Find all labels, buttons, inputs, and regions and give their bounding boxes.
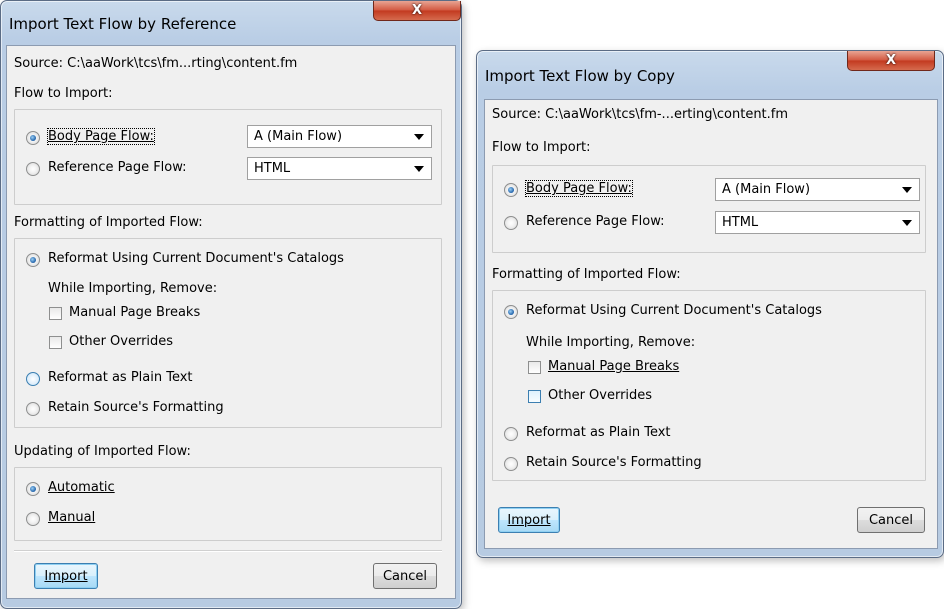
body-page-flow-value: A (Main Flow)	[722, 182, 811, 197]
footer-separator	[14, 550, 442, 552]
reference-page-flow-value: HTML	[722, 215, 759, 230]
other-overrides-label[interactable]: Other Overrides	[69, 334, 173, 349]
dialog-title: Import Text Flow by Copy	[485, 67, 675, 85]
retain-formatting-radio[interactable]	[504, 457, 518, 471]
manual-page-breaks-label[interactable]: Manual Page Breaks	[548, 359, 679, 374]
body-page-flow-radio[interactable]	[26, 131, 40, 145]
formatting-group: Reformat Using Current Document's Catalo…	[492, 290, 926, 481]
flow-to-import-group: Body Page Flow: A (Main Flow) Reference …	[492, 165, 926, 253]
reference-page-flow-radio[interactable]	[504, 216, 518, 230]
flow-to-import-heading: Flow to Import:	[492, 140, 591, 155]
body-page-flow-label[interactable]: Body Page Flow:	[525, 180, 633, 197]
import-button[interactable]: Import	[34, 563, 98, 589]
chevron-down-icon	[902, 187, 912, 193]
body-page-flow-select[interactable]: A (Main Flow)	[715, 178, 920, 201]
retain-formatting-label[interactable]: Retain Source's Formatting	[48, 400, 224, 415]
reference-page-flow-radio[interactable]	[26, 162, 40, 176]
title-bar[interactable]: Import Text Flow by Copy X	[477, 51, 943, 95]
title-bar[interactable]: Import Text Flow by Reference X	[1, 1, 461, 45]
cancel-button[interactable]: Cancel	[857, 507, 925, 533]
import-by-reference-dialog: Import Text Flow by Reference X Source: …	[0, 0, 462, 609]
formatting-heading: Formatting of Imported Flow:	[14, 215, 203, 230]
updating-heading: Updating of Imported Flow:	[14, 444, 191, 459]
flow-to-import-heading: Flow to Import:	[14, 86, 113, 101]
automatic-label[interactable]: Automatic	[48, 480, 115, 495]
reformat-plain-text-radio[interactable]	[26, 372, 40, 386]
reformat-catalogs-radio[interactable]	[504, 305, 518, 319]
updating-group: Automatic Manual	[14, 467, 442, 541]
manual-page-breaks-label[interactable]: Manual Page Breaks	[69, 305, 200, 320]
source-path: Source: C:\aaWork\tcs\fm...rting\content…	[14, 56, 298, 71]
close-button[interactable]: X	[373, 1, 461, 21]
body-page-flow-value: A (Main Flow)	[254, 129, 343, 144]
retain-formatting-label[interactable]: Retain Source's Formatting	[526, 455, 702, 470]
dialog-body: Source: C:\aaWork\tcs\fm...rting\content…	[6, 45, 456, 599]
manual-radio[interactable]	[26, 512, 40, 526]
manual-label[interactable]: Manual	[48, 510, 95, 525]
while-importing-label: While Importing, Remove:	[526, 335, 696, 350]
reformat-plain-text-label[interactable]: Reformat as Plain Text	[526, 425, 671, 440]
source-path: Source: C:\aaWork\tcs\fm-...erting\conte…	[492, 107, 789, 122]
reference-page-flow-value: HTML	[254, 161, 291, 176]
import-button[interactable]: Import	[498, 507, 560, 533]
formatting-group: Reformat Using Current Document's Catalo…	[14, 238, 442, 428]
reformat-plain-text-label[interactable]: Reformat as Plain Text	[48, 370, 193, 385]
chevron-down-icon	[902, 220, 912, 226]
other-overrides-checkbox[interactable]	[528, 390, 541, 403]
manual-page-breaks-checkbox[interactable]	[528, 361, 541, 374]
body-page-flow-select[interactable]: A (Main Flow)	[247, 125, 432, 148]
reformat-catalogs-label[interactable]: Reformat Using Current Document's Catalo…	[526, 303, 822, 318]
cancel-button-label: Cancel	[382, 568, 428, 584]
chevron-down-icon	[414, 166, 424, 172]
other-overrides-label[interactable]: Other Overrides	[548, 388, 652, 403]
import-button-label: Import	[44, 568, 88, 584]
chevron-down-icon	[414, 134, 424, 140]
import-by-copy-dialog: Import Text Flow by Copy X Source: C:\aa…	[476, 50, 944, 558]
reference-page-flow-label[interactable]: Reference Page Flow:	[48, 160, 187, 175]
import-button-label: Import	[507, 512, 551, 528]
other-overrides-checkbox[interactable]	[49, 336, 62, 349]
flow-to-import-group: Body Page Flow: A (Main Flow) Reference …	[14, 109, 442, 205]
formatting-heading: Formatting of Imported Flow:	[492, 267, 681, 282]
body-page-flow-radio[interactable]	[504, 183, 518, 197]
close-button[interactable]: X	[847, 51, 935, 71]
dialog-body: Source: C:\aaWork\tcs\fm-...erting\conte…	[484, 99, 938, 549]
reformat-catalogs-radio[interactable]	[26, 253, 40, 267]
manual-page-breaks-checkbox[interactable]	[49, 307, 62, 320]
reference-page-flow-select[interactable]: HTML	[247, 157, 432, 180]
automatic-radio[interactable]	[26, 482, 40, 496]
cancel-button[interactable]: Cancel	[373, 563, 437, 589]
reference-page-flow-select[interactable]: HTML	[715, 211, 920, 234]
reformat-plain-text-radio[interactable]	[504, 427, 518, 441]
dialog-title: Import Text Flow by Reference	[9, 15, 237, 33]
reformat-catalogs-label[interactable]: Reformat Using Current Document's Catalo…	[48, 251, 344, 266]
while-importing-label: While Importing, Remove:	[48, 281, 218, 296]
reference-page-flow-label[interactable]: Reference Page Flow:	[526, 214, 665, 229]
body-page-flow-label[interactable]: Body Page Flow:	[47, 128, 155, 145]
cancel-button-label: Cancel	[868, 512, 914, 528]
retain-formatting-radio[interactable]	[26, 402, 40, 416]
